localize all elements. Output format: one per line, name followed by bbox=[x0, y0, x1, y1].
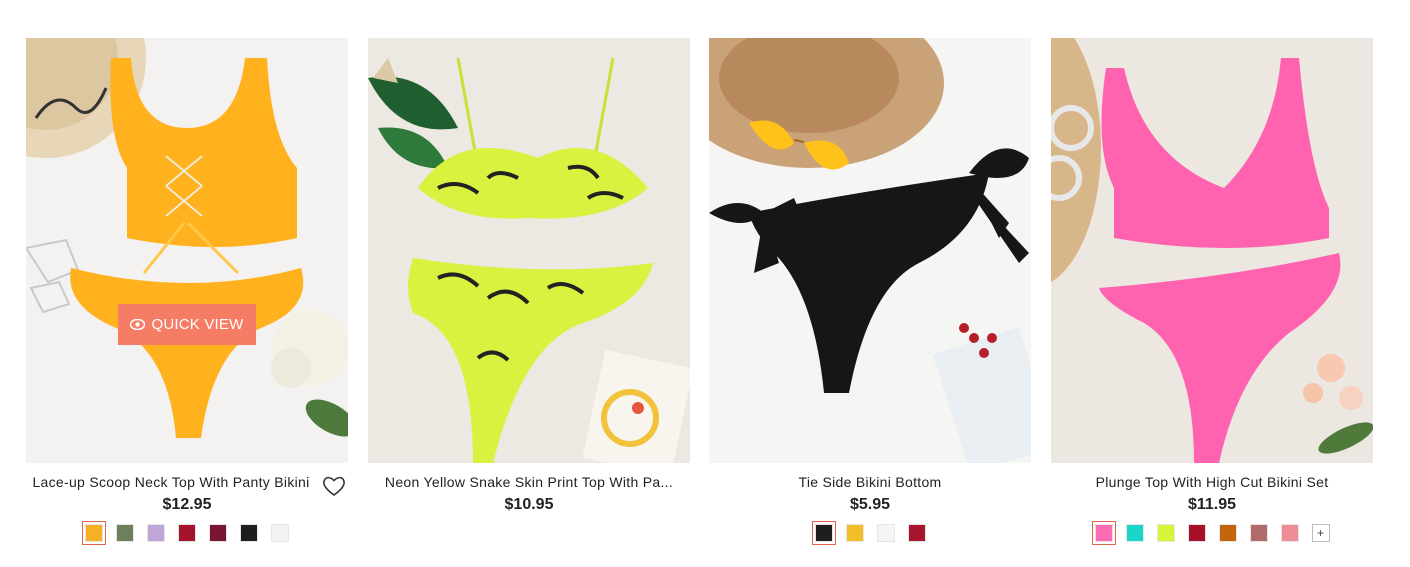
product-image[interactable] bbox=[1051, 38, 1373, 463]
color-swatch[interactable] bbox=[907, 524, 926, 542]
product-title[interactable]: Lace-up Scoop Neck Top With Panty Bikini bbox=[26, 474, 316, 490]
color-swatches bbox=[709, 521, 1031, 545]
product-image[interactable]: QUICK VIEW bbox=[26, 38, 348, 463]
quick-view-label: QUICK VIEW bbox=[151, 316, 244, 333]
color-swatch[interactable] bbox=[1091, 521, 1116, 545]
product-card: Tie Side Bikini Bottom $5.95 bbox=[709, 38, 1031, 545]
product-card: QUICK VIEW Lace-up Scoop Neck Top With P… bbox=[26, 38, 348, 545]
quick-view-button[interactable]: QUICK VIEW bbox=[118, 304, 256, 345]
product-image[interactable] bbox=[709, 38, 1031, 463]
color-swatch[interactable] bbox=[1218, 524, 1237, 542]
color-swatch[interactable] bbox=[845, 524, 864, 542]
color-swatch[interactable] bbox=[811, 521, 836, 545]
product-title[interactable]: Neon Yellow Snake Skin Print Top With Pa… bbox=[368, 474, 690, 490]
heart-icon[interactable] bbox=[322, 475, 346, 497]
product-price: $12.95 bbox=[162, 496, 212, 513]
color-swatch[interactable] bbox=[1280, 524, 1299, 542]
product-price: $11.95 bbox=[1187, 496, 1237, 513]
color-swatches bbox=[26, 521, 348, 545]
product-title[interactable]: Tie Side Bikini Bottom bbox=[709, 474, 1031, 490]
color-swatches: + bbox=[1051, 521, 1373, 545]
color-swatch[interactable] bbox=[1125, 524, 1144, 542]
color-swatch[interactable] bbox=[240, 524, 258, 542]
color-swatch[interactable] bbox=[147, 524, 165, 542]
product-title[interactable]: Plunge Top With High Cut Bikini Set bbox=[1051, 474, 1373, 490]
color-swatch[interactable] bbox=[1187, 524, 1206, 542]
color-swatch[interactable] bbox=[1249, 524, 1268, 542]
color-swatch[interactable] bbox=[82, 521, 106, 545]
product-price: $5.95 bbox=[849, 496, 891, 513]
product-card: Plunge Top With High Cut Bikini Set $11.… bbox=[1051, 38, 1373, 545]
product-image[interactable] bbox=[368, 38, 690, 463]
color-swatch[interactable] bbox=[209, 524, 227, 542]
product-price: $10.95 bbox=[504, 496, 554, 513]
color-swatch[interactable] bbox=[271, 524, 289, 542]
color-swatch[interactable] bbox=[1156, 524, 1175, 542]
eye-icon bbox=[130, 319, 146, 330]
product-card: Neon Yellow Snake Skin Print Top With Pa… bbox=[368, 38, 690, 513]
more-colors-button[interactable]: + bbox=[1311, 524, 1330, 542]
color-swatch[interactable] bbox=[116, 524, 134, 542]
color-swatch[interactable] bbox=[178, 524, 196, 542]
color-swatch[interactable] bbox=[876, 524, 895, 542]
